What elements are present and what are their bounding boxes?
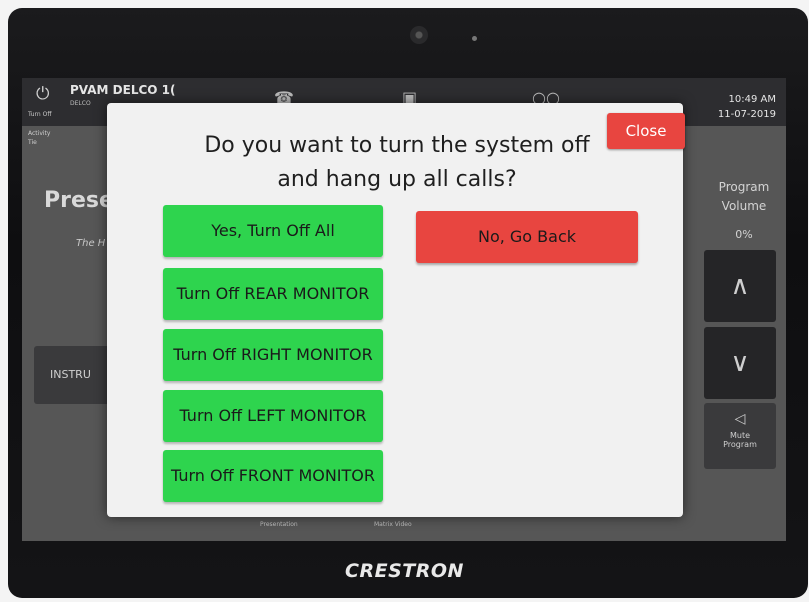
chevron-down-icon: ∨ [730, 348, 750, 378]
activity-label: Activity [28, 130, 51, 137]
power-off-dialog: Close Do you want to turn the system off… [107, 103, 685, 517]
power-label: Turn Off [28, 111, 52, 118]
time: 10:49 AM [728, 94, 776, 105]
turn-off-right-monitor-button[interactable]: Turn Off RIGHT MONITOR [163, 329, 383, 381]
mute-button[interactable]: ◁ Mute Program [704, 403, 776, 469]
tab-matrix-video[interactable]: Matrix Video [374, 521, 412, 528]
volume-up-button[interactable]: ∧ [704, 250, 776, 322]
camera-icon [410, 26, 428, 44]
volume-label: Program Volume [718, 180, 770, 214]
dialog-question: Do you want to turn the system off and h… [187, 129, 607, 197]
chevron-up-icon: ∧ [730, 271, 750, 301]
power-icon[interactable]: ⏻ [36, 84, 49, 104]
background-title: Prese [44, 188, 114, 213]
turn-off-all-button[interactable]: Yes, Turn Off All [163, 205, 383, 257]
brand-logo: CRESTRON [345, 560, 464, 582]
turn-off-rear-monitor-button[interactable]: Turn Off REAR MONITOR [163, 268, 383, 320]
question-line-1: Do you want to turn the system off [204, 133, 590, 158]
go-back-button[interactable]: No, Go Back [416, 211, 638, 263]
mute-label: Mute Program [723, 431, 757, 449]
turn-off-front-monitor-button[interactable]: Turn Off FRONT MONITOR [163, 450, 383, 502]
date: 11-07-2019 [717, 109, 776, 120]
background-subtitle: The H [76, 238, 106, 249]
question-line-2: and hang up all calls? [277, 167, 517, 192]
turn-off-left-monitor-button[interactable]: Turn Off LEFT MONITOR [163, 390, 383, 442]
clock: 10:49 AM 11-07-2019 [718, 92, 776, 122]
activity-sub: Tie [28, 139, 37, 146]
volume-down-button[interactable]: ∨ [704, 327, 776, 399]
tab-presentation[interactable]: Presentation [260, 521, 298, 528]
close-button[interactable]: Close [607, 113, 685, 149]
status-led [472, 36, 477, 41]
speaker-icon: ◁ [734, 411, 746, 427]
room-title: PVAM DELCO 1( [70, 83, 176, 97]
room-subtitle: DELCO [70, 100, 91, 107]
volume-percent: 0% [735, 228, 753, 241]
